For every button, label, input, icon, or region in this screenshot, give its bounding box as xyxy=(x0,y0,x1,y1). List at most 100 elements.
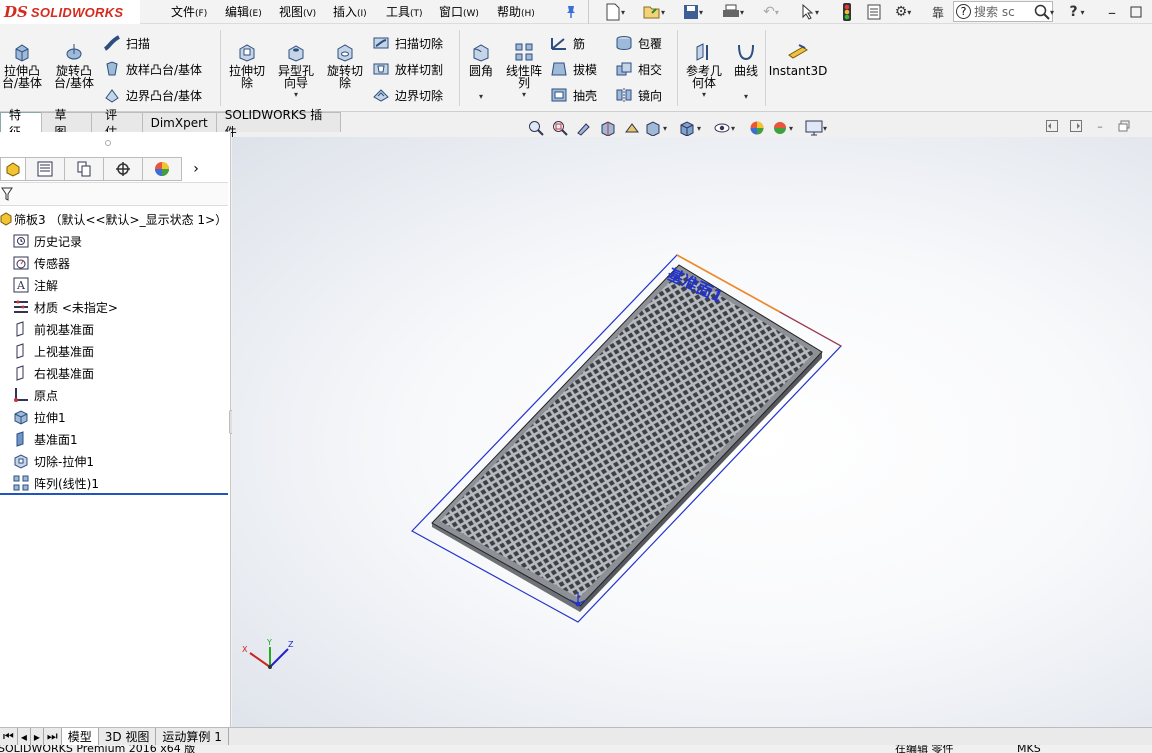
undo-icon[interactable]: ↶ ▾ xyxy=(758,2,784,22)
graphics-area[interactable]: 基准面1 xyxy=(232,137,1152,727)
rollback-bar[interactable] xyxy=(0,493,228,495)
tab-solidworks-addins[interactable]: SOLIDWORKS 插件 xyxy=(215,108,341,139)
sweep-cut-button[interactable]: 扫描切除 xyxy=(371,33,443,53)
loft-cut-button[interactable]: 放样切割 xyxy=(371,59,443,79)
instant3d-button[interactable]: Instant3D xyxy=(769,41,827,77)
options-gear-icon[interactable]: ⚙ ▾ xyxy=(889,2,917,22)
tree-item-material[interactable]: 材质 <未指定> xyxy=(12,296,118,318)
open-document-icon[interactable]: ▾ xyxy=(641,2,667,22)
dynamic-annotation-icon[interactable] xyxy=(621,118,643,138)
tree-filter-row[interactable] xyxy=(0,182,228,206)
tree-item-cut-extrude1[interactable]: 切除-拉伸1 xyxy=(12,450,94,472)
tab-sketch[interactable]: 草图 xyxy=(40,108,93,139)
tab-model[interactable]: 模型 xyxy=(61,728,99,745)
tree-item-history[interactable]: 历史记录 xyxy=(12,230,82,252)
display-style-icon[interactable]: ▾ xyxy=(679,118,701,138)
previous-view-icon[interactable] xyxy=(573,118,595,138)
boundary-cut-button[interactable]: 边界切除 xyxy=(371,85,443,105)
section-view-icon[interactable] xyxy=(597,118,619,138)
intersect-button[interactable]: 相交 xyxy=(614,59,662,79)
configuration-manager-tab[interactable] xyxy=(64,157,104,181)
tree-item-annotations[interactable]: A 注解 xyxy=(12,274,58,296)
property-manager-tab[interactable] xyxy=(25,157,65,181)
rib-button[interactable]: 筋 xyxy=(549,33,585,53)
linear-pattern-button[interactable]: 线性阵 列 ▾ xyxy=(502,41,546,101)
tab-next-icon[interactable]: ▸ xyxy=(31,728,44,745)
extrude-cut-button[interactable]: 拉伸切 除 xyxy=(226,41,268,89)
apply-scene-icon[interactable]: ▾ xyxy=(771,118,793,138)
tile-right-icon[interactable] xyxy=(1068,118,1084,134)
menu-tools[interactable]: 工具(T) xyxy=(386,3,423,20)
edit-appearance-icon[interactable] xyxy=(747,118,769,138)
help-icon[interactable]: ? ▾ xyxy=(1064,2,1090,22)
display-manager-tab[interactable] xyxy=(142,157,182,181)
tab-3d-views[interactable]: 3D 视图 xyxy=(99,728,157,745)
toolbar-overflow[interactable]: 靠 xyxy=(926,2,950,22)
curves-button[interactable]: 曲线 ▾ xyxy=(730,41,762,103)
boundary-boss-button[interactable]: 边界凸台/基体 xyxy=(102,85,202,105)
feature-manager-tab[interactable] xyxy=(0,157,26,181)
mirror-button[interactable]: 镜向 xyxy=(614,85,662,105)
loft-boss-button[interactable]: 放样凸台/基体 xyxy=(102,59,202,79)
tab-motion-study-1[interactable]: 运动算例 1 xyxy=(156,728,229,745)
tree-item-sensors[interactable]: 传感器 xyxy=(12,252,70,274)
select-icon[interactable]: ▾ xyxy=(796,2,824,22)
menu-help[interactable]: 帮助(H) xyxy=(497,3,535,20)
tab-dimxpert[interactable]: DimXpert xyxy=(141,112,217,132)
tree-root-part[interactable]: 筛板3 （默认<<默认>_显示状态 1>） xyxy=(0,208,227,230)
viewport-restore-icon[interactable] xyxy=(1116,118,1132,134)
menu-window[interactable]: 窗口(W) xyxy=(439,3,479,20)
tree-item-linear-pattern1[interactable]: 阵列(线性)1 xyxy=(12,472,99,494)
sweep-button[interactable]: 扫描 xyxy=(102,33,150,53)
hole-wizard-button[interactable]: 异型孔 向导 ▾ xyxy=(274,41,318,101)
tree-item-origin[interactable]: 原点 xyxy=(12,384,58,406)
view-settings-icon[interactable]: ▾ xyxy=(805,118,827,138)
zoom-to-area-icon[interactable] xyxy=(549,118,571,138)
dimxpert-manager-tab[interactable] xyxy=(103,157,143,181)
tree-item-right-plane[interactable]: 右视基准面 xyxy=(12,362,94,384)
revolve-cut-button[interactable]: 旋转切 除 xyxy=(323,41,367,89)
tree-item-extrude1[interactable]: 拉伸1 xyxy=(12,406,66,428)
rib-icon xyxy=(549,34,569,52)
viewport-minimize-icon[interactable]: – xyxy=(1092,118,1108,134)
menu-insert[interactable]: 插入(I) xyxy=(333,3,367,20)
menu-file[interactable]: 文件(F) xyxy=(171,3,207,20)
panel-tabs-more-icon[interactable]: › xyxy=(181,161,211,177)
tree-item-top-plane[interactable]: 上视基准面 xyxy=(12,340,94,362)
tab-features[interactable]: 特征 xyxy=(0,108,42,139)
print-icon[interactable]: ▾ xyxy=(720,2,746,22)
wrap-button[interactable]: 包覆 xyxy=(614,33,662,53)
menu-edit[interactable]: 编辑(E) xyxy=(225,3,262,20)
tab-last-icon[interactable]: ⏭ xyxy=(44,728,62,745)
hide-show-items-icon[interactable]: ▾ xyxy=(713,118,735,138)
pin-icon[interactable] xyxy=(562,2,580,22)
extrude-boss-button[interactable]: 拉伸凸 台/基体 xyxy=(1,41,43,89)
restore-window-icon[interactable] xyxy=(1126,2,1146,22)
file-properties-icon[interactable] xyxy=(864,2,884,22)
search-magnifier-icon[interactable]: ▾ xyxy=(1033,2,1055,22)
rebuild-icon[interactable] xyxy=(838,2,856,22)
save-icon[interactable]: ▾ xyxy=(680,2,706,22)
revolve-boss-icon xyxy=(63,41,85,63)
tree-item-plane1[interactable]: 基准面1 xyxy=(12,428,78,450)
tree-item-front-plane[interactable]: 前视基准面 xyxy=(12,318,94,340)
new-document-icon[interactable]: ▾ xyxy=(602,2,628,22)
view-orientation-icon[interactable]: ▾ xyxy=(645,118,667,138)
menu-view[interactable]: 视图(V) xyxy=(279,3,316,20)
tab-first-icon[interactable]: ⏮ xyxy=(0,728,18,745)
status-units[interactable]: MKS xyxy=(1017,745,1041,753)
panel-grip[interactable] xyxy=(105,140,111,146)
fillet-button[interactable]: 圆角 ▾ xyxy=(464,41,498,103)
solidworks-logo[interactable]: DS SOLIDWORKS xyxy=(0,0,140,24)
reference-geometry-button[interactable]: 参考几 何体 ▾ xyxy=(681,41,727,101)
tab-prev-icon[interactable]: ◂ xyxy=(18,728,31,745)
tile-left-icon[interactable] xyxy=(1044,118,1060,134)
revolve-boss-button[interactable]: 旋转凸 台/基体 xyxy=(51,41,97,89)
tab-evaluate[interactable]: 评估 xyxy=(91,108,143,139)
minimize-window-icon[interactable]: – xyxy=(1103,2,1121,22)
shell-button[interactable]: 抽壳 xyxy=(549,85,597,105)
zoom-to-fit-icon[interactable] xyxy=(525,118,547,138)
draft-button[interactable]: 拔模 xyxy=(549,59,597,79)
extrude-boss-icon xyxy=(11,41,33,63)
search-input[interactable]: 搜索 sc xyxy=(974,3,1015,20)
